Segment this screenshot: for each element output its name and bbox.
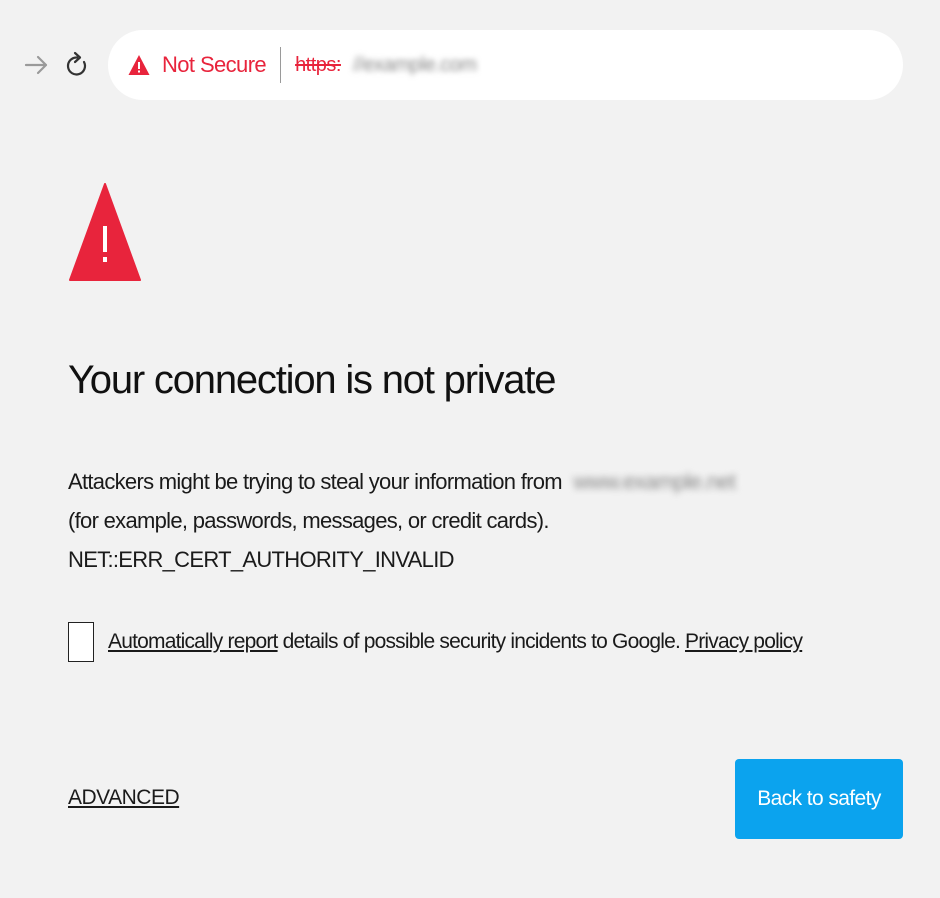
- report-checkbox[interactable]: [68, 622, 94, 662]
- url-scheme: https:: [295, 53, 341, 76]
- browser-toolbar: Not Secure https: //example.com: [0, 0, 940, 130]
- back-to-safety-button[interactable]: Back to safety: [735, 759, 903, 839]
- page-title: Your connection is not private: [68, 358, 557, 402]
- description-line-2: (for example, passwords, messages, or cr…: [68, 508, 549, 572]
- description-line-1: Attackers might be trying to steal your …: [68, 462, 918, 501]
- privacy-policy-link[interactable]: Privacy policy: [685, 630, 803, 653]
- reload-button[interactable]: [62, 46, 92, 84]
- warning-triangle-icon: [68, 182, 142, 282]
- advanced-link[interactable]: ADVANCED: [68, 786, 180, 810]
- error-description: Attackers might be trying to steal your …: [68, 462, 918, 579]
- forward-button[interactable]: [22, 48, 52, 82]
- arrow-right-icon: [24, 55, 48, 75]
- warning-triangle-icon: [128, 54, 150, 76]
- automatically-report-link[interactable]: Automatically report: [108, 630, 278, 653]
- report-detail-text: details of possible security incidents t…: [277, 630, 686, 653]
- not-secure-label: Not Secure: [162, 52, 267, 77]
- url-host: //example.com: [352, 53, 477, 76]
- address-bar[interactable]: Not Secure https: //example.com: [108, 30, 903, 100]
- omnibox-divider: [280, 47, 282, 83]
- report-option: Automatically report details of possible…: [68, 622, 803, 662]
- report-text: Automatically report details of possible…: [108, 630, 803, 654]
- description-lead: Attackers might be trying to steal your …: [68, 469, 563, 494]
- reload-icon: [66, 51, 87, 76]
- security-indicator[interactable]: Not Secure: [128, 52, 267, 78]
- description-host: www.example.net: [573, 469, 736, 494]
